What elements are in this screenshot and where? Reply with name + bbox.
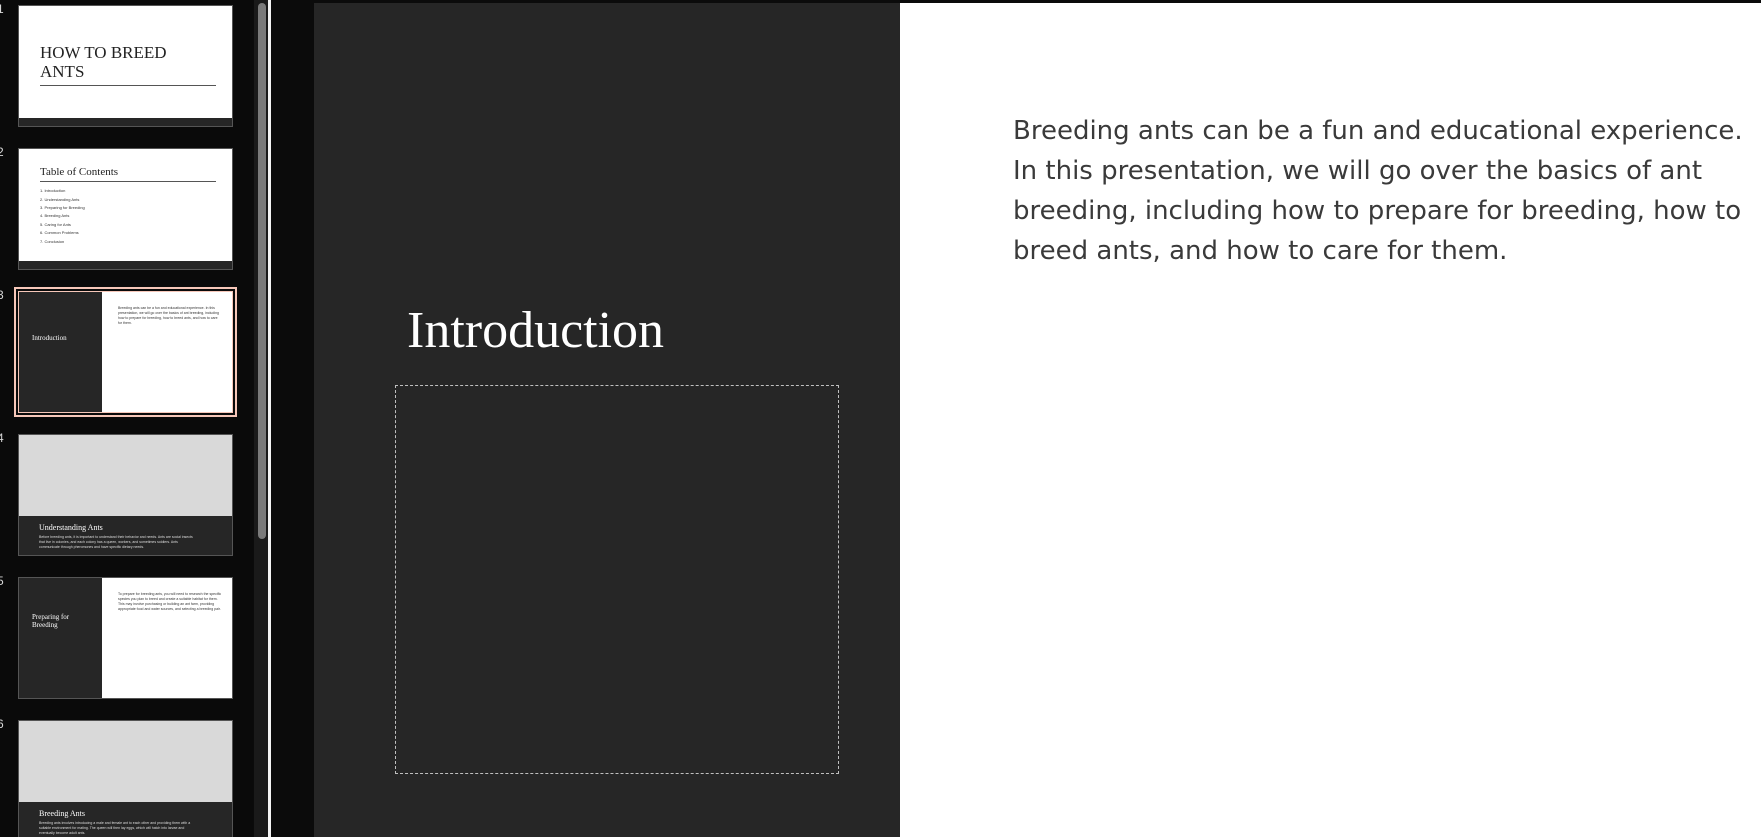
thumbnail-title: Preparing for Breeding [32,613,70,629]
toc-item: 7. Conclusion [40,239,65,244]
thumbnail-slide-4[interactable]: Understanding Ants Before breeding ants,… [18,434,233,556]
thumbnail-title: Understanding Ants [39,523,103,532]
thumbnail-title: Table of Contents [40,166,119,178]
thumbnail-body: Breeding ants involves introducing a mal… [39,821,191,835]
thumbnail-number: 4 [0,431,4,445]
title-underline [40,181,216,182]
thumbnail-number: 3 [0,288,4,302]
toc-item: 4. Breeding Ants [40,213,70,218]
thumbnail-title: HOW TO BREED ANTS [40,43,167,81]
thumbnail-slide-1[interactable]: HOW TO BREED ANTS [18,5,233,127]
toc-item: 6. Common Problems [40,230,79,235]
toc-item: 3. Preparing for Breeding [40,205,85,210]
slide-title[interactable]: Introduction [407,301,664,360]
thumbnail-slide-6[interactable]: Breeding Ants Breeding ants involves int… [18,720,233,837]
thumbnail-body: Before breeding ants, it is important to… [39,535,193,549]
thumbnail-number: 2 [0,145,4,159]
thumbnail-footer-bar [19,261,232,269]
toc-item: 1. Introduction [40,188,66,193]
content-placeholder[interactable] [395,385,839,774]
slide-dark-panel: Introduction [314,3,900,837]
toc-item: 2. Understanding Ants [40,197,80,202]
thumbnail-slide-3[interactable]: Introduction Breeding ants can be a fun … [14,287,237,417]
thumbnail-title: Breeding Ants [39,809,85,818]
toc-item: 5. Caring for Ants [40,222,71,227]
thumbnail-number: 6 [0,717,4,731]
thumbnail-dark-panel [19,292,102,412]
thumbnail-number: 1 [0,2,4,16]
slide-body-text[interactable]: Breeding ants can be a fun and education… [1013,111,1743,271]
thumbnail-body: Breeding ants can be a fun and education… [118,306,219,325]
scrollbar-thumb[interactable] [258,3,266,539]
title-underline [40,85,216,86]
panel-divider[interactable] [268,0,271,837]
thumbnail-body: To prepare for breeding ants, you will n… [118,592,222,611]
thumbnail-title: Introduction [32,334,67,342]
thumbnail-slide-2[interactable]: Table of Contents 1. Introduction 2. Und… [18,148,233,270]
thumbnail-footer-bar [19,118,232,126]
thumbnail-list: 1 HOW TO BREED ANTS 2 Table of Contents … [0,0,254,837]
thumbnail-number: 5 [0,574,4,588]
thumbnail-slide-5[interactable]: Preparing for Breeding To prepare for br… [18,577,233,699]
slide-canvas[interactable]: Introduction Breeding ants can be a fun … [314,3,1761,837]
thumbnail-dark-panel [19,578,102,698]
